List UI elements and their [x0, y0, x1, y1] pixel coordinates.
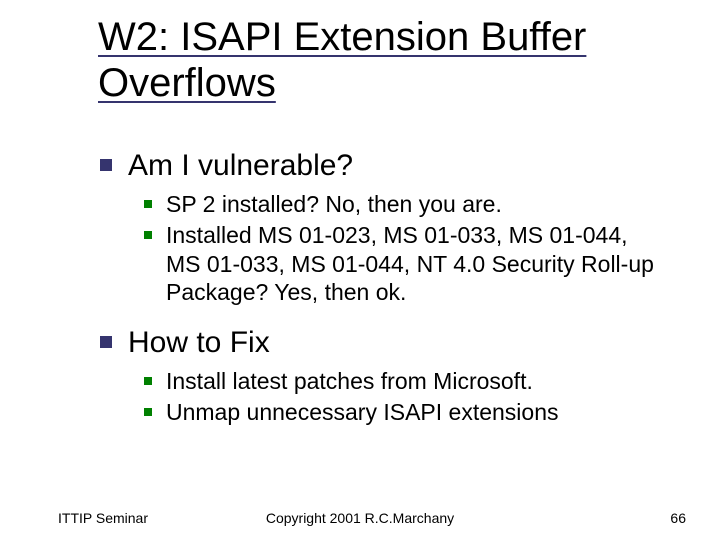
sub-item-text: Unmap unnecessary ISAPI extensions — [166, 398, 558, 427]
slide-body: Am I vulnerable? SP 2 installed? No, the… — [100, 130, 660, 439]
square-bullet-icon — [144, 408, 152, 416]
slide: W2: ISAPI Extension Buffer Overflows Am … — [0, 0, 720, 540]
sub-list: SP 2 installed? No, then you are. Instal… — [144, 190, 660, 307]
list-item: Unmap unnecessary ISAPI extensions — [144, 398, 660, 427]
list-item: Installed MS 01-023, MS 01-033, MS 01-04… — [144, 221, 660, 307]
footer-page-number: 66 — [670, 510, 686, 526]
section-heading: How to Fix — [128, 325, 270, 361]
square-bullet-icon — [144, 377, 152, 385]
sub-item-text: Install latest patches from Microsoft. — [166, 367, 533, 396]
slide-title: W2: ISAPI Extension Buffer Overflows — [98, 14, 668, 106]
footer-center: Copyright 2001 R.C.Marchany — [0, 510, 720, 526]
square-bullet-icon — [100, 336, 112, 348]
list-item: Am I vulnerable? — [100, 148, 660, 184]
square-bullet-icon — [144, 200, 152, 208]
list-item: How to Fix — [100, 325, 660, 361]
list-item: Install latest patches from Microsoft. — [144, 367, 660, 396]
sub-item-text: Installed MS 01-023, MS 01-033, MS 01-04… — [166, 221, 660, 307]
square-bullet-icon — [144, 231, 152, 239]
square-bullet-icon — [100, 159, 112, 171]
sub-list: Install latest patches from Microsoft. U… — [144, 367, 660, 427]
sub-item-text: SP 2 installed? No, then you are. — [166, 190, 502, 219]
title-text: W2: ISAPI Extension Buffer Overflows — [98, 15, 586, 105]
list-item: SP 2 installed? No, then you are. — [144, 190, 660, 219]
section-heading: Am I vulnerable? — [128, 148, 353, 184]
